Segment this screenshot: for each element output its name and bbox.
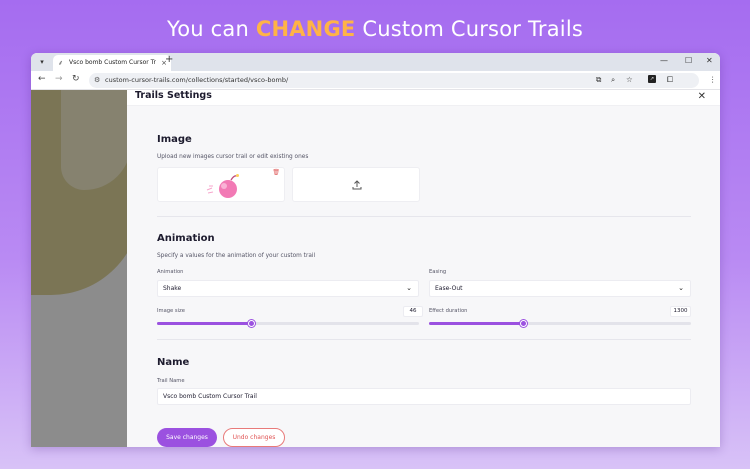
tab-list-icon[interactable]: ▾ xyxy=(36,56,48,68)
page-content: Trails Settings ✕ Image Upload new image… xyxy=(31,90,720,447)
tab-title: Vsco bomb Custom Cursor Tr xyxy=(69,59,156,66)
section-divider xyxy=(157,339,691,340)
slider-fill xyxy=(429,322,524,325)
name-section-title: Name xyxy=(157,357,190,368)
image-card[interactable]: 🗑 xyxy=(157,167,285,202)
new-tab-icon[interactable]: + xyxy=(165,54,173,65)
easing-label: Easing xyxy=(429,269,447,275)
bomb-image xyxy=(206,174,239,198)
panel-header: Trails Settings ✕ xyxy=(127,90,720,106)
forward-icon[interactable]: → xyxy=(55,74,63,84)
close-icon[interactable]: ✕ xyxy=(698,91,706,102)
url-field[interactable]: ⚙ custom-cursor-trails.com/collections/s… xyxy=(89,73,699,88)
animation-select[interactable]: Shake ⌄ xyxy=(157,280,419,297)
bookmark-star-icon[interactable]: ☆ xyxy=(626,75,633,84)
trail-name-input[interactable]: Vsco bomb Custom Cursor Trail xyxy=(157,388,691,405)
trail-name-value: Vsco bomb Custom Cursor Trail xyxy=(163,393,257,400)
headline-highlight: CHANGE xyxy=(255,17,356,41)
install-icon[interactable]: ⧉ xyxy=(596,75,601,85)
upload-icon xyxy=(352,180,362,190)
trail-name-label: Trail Name xyxy=(157,378,185,384)
image-section-title: Image xyxy=(157,134,192,145)
slider-thumb[interactable] xyxy=(519,320,527,327)
image-size-value[interactable]: 46 xyxy=(403,306,423,317)
panel-title: Trails Settings xyxy=(135,90,212,101)
animation-select-value: Shake xyxy=(163,285,182,292)
slider-thumb[interactable] xyxy=(247,320,255,327)
animation-section-description: Specify a values for the animation of yo… xyxy=(157,253,316,259)
effect-duration-value[interactable]: 1300 xyxy=(670,306,691,317)
zoom-icon[interactable]: ⌕ xyxy=(611,75,615,85)
trails-settings-panel: Trails Settings ✕ Image Upload new image… xyxy=(127,90,720,447)
url-text: custom-cursor-trails.com/collections/sta… xyxy=(105,76,289,84)
chevron-down-icon: ⌄ xyxy=(678,284,684,292)
upload-card[interactable] xyxy=(292,167,420,202)
extensions-puzzle-icon[interactable]: ⧠ xyxy=(667,75,673,85)
image-size-slider[interactable] xyxy=(157,320,419,327)
headline: You can CHANGE Custom Cursor Trails xyxy=(0,17,750,41)
save-changes-button[interactable]: Save changes xyxy=(157,428,217,447)
animation-section-title: Animation xyxy=(157,233,215,244)
address-bar: ← → ↻ ⚙ custom-cursor-trails.com/collect… xyxy=(31,71,720,90)
headline-prefix: You can xyxy=(166,17,256,41)
animation-label: Animation xyxy=(157,269,184,275)
delete-icon[interactable]: 🗑 xyxy=(272,169,280,176)
chevron-down-icon: ⌄ xyxy=(406,284,412,292)
site-info-icon[interactable]: ⚙ xyxy=(94,73,100,88)
window-close-icon[interactable]: ✕ xyxy=(706,56,713,65)
easing-select[interactable]: Ease-Out ⌄ xyxy=(429,280,691,297)
extension-icon[interactable]: ↗ xyxy=(648,75,656,83)
headline-suffix: Custom Cursor Trails xyxy=(355,17,584,41)
tab-bar: ▾ ⸙ Vsco bomb Custom Cursor Tr × + — ☐ ✕ xyxy=(31,53,720,71)
effect-duration-label: Effect duration xyxy=(429,308,468,314)
browser-window: ▾ ⸙ Vsco bomb Custom Cursor Tr × + — ☐ ✕… xyxy=(31,53,720,447)
menu-kebab-icon[interactable]: ⋮ xyxy=(709,75,717,84)
image-section-description: Upload new images cursor trail or edit e… xyxy=(157,154,309,160)
image-size-label: Image size xyxy=(157,308,185,314)
section-divider xyxy=(157,216,691,217)
favicon-icon: ⸙ xyxy=(58,59,64,67)
slider-fill xyxy=(157,322,252,325)
maximize-icon[interactable]: ☐ xyxy=(685,56,692,65)
undo-changes-button[interactable]: Undo changes xyxy=(223,428,285,447)
reload-icon[interactable]: ↻ xyxy=(72,74,80,84)
effect-duration-slider[interactable] xyxy=(429,320,691,327)
easing-select-value: Ease-Out xyxy=(435,285,463,292)
minimize-icon[interactable]: — xyxy=(660,56,668,65)
panel-body: Image Upload new images cursor trail or … xyxy=(127,106,720,447)
back-icon[interactable]: ← xyxy=(38,74,46,84)
browser-tab[interactable]: ⸙ Vsco bomb Custom Cursor Tr × xyxy=(53,55,171,71)
